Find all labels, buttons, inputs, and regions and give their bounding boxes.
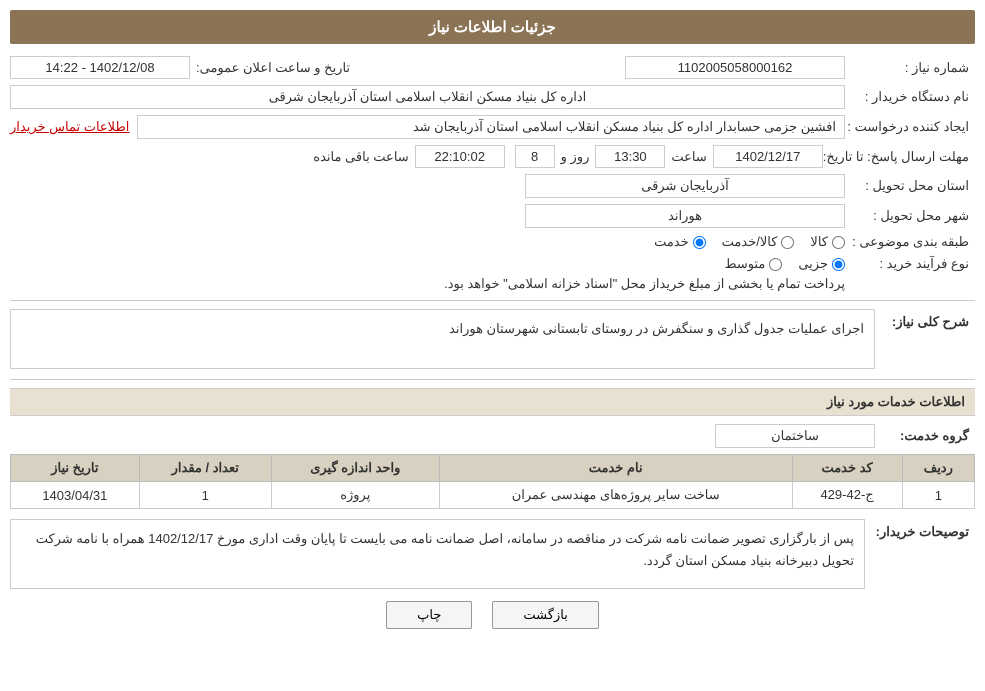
page-wrapper: جزئیات اطلاعات نیاز شماره نیاز : 1102005…: [0, 0, 985, 691]
radio-kala-item: کالا: [810, 234, 845, 250]
button-row: بازگشت چاپ: [10, 601, 975, 629]
grooh-row: گروه خدمت: ساختمان: [10, 424, 975, 448]
description-value: پس از بارگزاری تصویر ضمانت نامه شرکت در …: [10, 519, 865, 589]
tarikho-saat-label: تاریخ و ساعت اعلان عمومی:: [196, 60, 350, 76]
shomara-value: 1102005058000162: [625, 56, 845, 79]
radio-kala-khidmat-label: کالا/خدمت: [722, 234, 778, 250]
print-button[interactable]: چاپ: [386, 601, 472, 629]
separator1: [10, 300, 975, 301]
description-section: توصیحات خریدار: پس از بارگزاری تصویر ضما…: [10, 519, 975, 589]
col-nam: نام خدمت: [439, 455, 792, 482]
table-header-row: ردیف کد خدمت نام خدمت واحد اندازه گیری ت…: [11, 455, 975, 482]
shahr-label: شهر محل تحویل :: [845, 208, 975, 224]
date-value: 1402/12/17: [713, 145, 823, 168]
description-content: پس از بارگزاری تصویر ضمانت نامه شرکت در …: [10, 519, 865, 589]
noeFarayand-label: نوع فرآیند خرید :: [845, 256, 975, 272]
grooh-value: ساختمان: [715, 424, 875, 448]
radio-motavaset-label: متوسط: [724, 256, 765, 272]
baqi-label: ساعت باقی مانده: [313, 149, 408, 165]
sharh-label: شرح کلی نیاز:: [875, 309, 975, 330]
farend-group: جزیی متوسط پرداخت تمام یا بخشی از مبلغ خ…: [444, 256, 845, 292]
sharh-content: اجرای عملیات جدول گذاری و سنگفرش در روست…: [10, 309, 875, 369]
namdastgah-row: نام دستگاه خریدار : اداره کل بنیاد مسکن …: [10, 85, 975, 109]
shomara-row: شماره نیاز : 1102005058000162 تاریخ و سا…: [10, 56, 975, 79]
sharh-section: شرح کلی نیاز: اجرای عملیات جدول گذاری و …: [10, 309, 975, 369]
table-cell-vahed: پروژه: [271, 482, 439, 509]
baqi-value: 22:10:02: [415, 145, 505, 168]
ostan-row: استان محل تحویل : آذربایجان شرقی: [10, 174, 975, 198]
saaat-label: ساعت: [671, 149, 706, 165]
table-cell-nam: ساخت سایر پروژه‌های مهندسی عمران: [439, 482, 792, 509]
rooz-label: روز و: [561, 149, 590, 165]
farend-radio-group: جزیی متوسط: [444, 256, 845, 272]
page-header: جزئیات اطلاعات نیاز: [10, 10, 975, 44]
ostan-value: آذربایجان شرقی: [525, 174, 845, 198]
services-table: ردیف کد خدمت نام خدمت واحد اندازه گیری ت…: [10, 454, 975, 509]
col-tedad: تعداد / مقدار: [139, 455, 271, 482]
col-tarikh: تاریخ نیاز: [11, 455, 140, 482]
radio-motavaset-item: متوسط: [724, 256, 782, 272]
ijad-value: افشین جزمی حسابدار اداره کل بنیاد مسکن ا…: [137, 115, 845, 139]
back-button[interactable]: بازگشت: [492, 601, 598, 629]
namdastgah-value: اداره کل بنیاد مسکن انقلاب اسلامی استان …: [10, 85, 845, 109]
radio-motavaset-input[interactable]: [769, 258, 782, 271]
ijad-row: ایجاد کننده درخواست : افشین جزمی حسابدار…: [10, 115, 975, 139]
table-cell-kod: ج-42-429: [792, 482, 902, 509]
radio-kala-khidmat-input[interactable]: [781, 236, 794, 249]
table-row: 1ج-42-429ساخت سایر پروژه‌های مهندسی عمرا…: [11, 482, 975, 509]
saaat-value: 13:30: [595, 145, 665, 168]
table-cell-radif: 1: [902, 482, 974, 509]
shahr-value: هوراند: [525, 204, 845, 228]
ettelaat-tamas-link[interactable]: اطلاعات تماس خریدار: [10, 119, 129, 135]
radio-kala-label: کالا: [810, 234, 828, 250]
radio-kala-khidmat-item: کالا/خدمت: [722, 234, 795, 250]
col-radif: ردیف: [902, 455, 974, 482]
tabaqe-radio-group: کالا کالا/خدمت خدمت: [654, 234, 845, 250]
table-cell-tarikh: 1403/04/31: [11, 482, 140, 509]
col-kod: کد خدمت: [792, 455, 902, 482]
ostan-label: استان محل تحویل :: [845, 178, 975, 194]
sharh-value: اجرای عملیات جدول گذاری و سنگفرش در روست…: [10, 309, 875, 369]
table-cell-tedad: 1: [139, 482, 271, 509]
khidmat-section-title: اطلاعات خدمات مورد نیاز: [10, 388, 975, 416]
ijad-label: ایجاد کننده درخواست :: [845, 119, 975, 135]
col-vahed: واحد اندازه گیری: [271, 455, 439, 482]
full-text-note: پرداخت تمام یا بخشی از مبلغ خریداز محل "…: [444, 276, 845, 292]
mohlet-label: مهلت ارسال پاسخ: تا تاریخ:: [823, 149, 975, 165]
tabaqe-row: طبقه بندی موضوعی : کالا کالا/خدمت خدمت: [10, 234, 975, 250]
tarikho-saat-value: 1402/12/08 - 14:22: [10, 56, 190, 79]
rooz-value: 8: [515, 145, 555, 168]
radio-khidmat-item: خدمت: [654, 234, 706, 250]
mohlet-row: مهلت ارسال پاسخ: تا تاریخ: 1402/12/17 سا…: [10, 145, 975, 168]
shahr-row: شهر محل تحویل : هوراند: [10, 204, 975, 228]
grooh-label: گروه خدمت:: [875, 428, 975, 444]
description-label: توصیحات خریدار:: [865, 519, 975, 540]
shomara-label: شماره نیاز :: [845, 60, 975, 76]
radio-jozee-item: جزیی: [798, 256, 845, 272]
page-title: جزئیات اطلاعات نیاز: [429, 19, 556, 36]
radio-khidmat-input[interactable]: [693, 236, 706, 249]
services-table-container: ردیف کد خدمت نام خدمت واحد اندازه گیری ت…: [10, 454, 975, 509]
radio-kala-input[interactable]: [832, 236, 845, 249]
radio-khidmat-label: خدمت: [654, 234, 689, 250]
radio-jozee-label: جزیی: [798, 256, 828, 272]
separator2: [10, 379, 975, 380]
farend-row: نوع فرآیند خرید : جزیی متوسط پرداخت تمام…: [10, 256, 975, 292]
namdastgah-label: نام دستگاه خریدار :: [845, 89, 975, 105]
tabaqe-label: طبقه بندی موضوعی :: [845, 234, 975, 250]
radio-jozee-input[interactable]: [832, 258, 845, 271]
